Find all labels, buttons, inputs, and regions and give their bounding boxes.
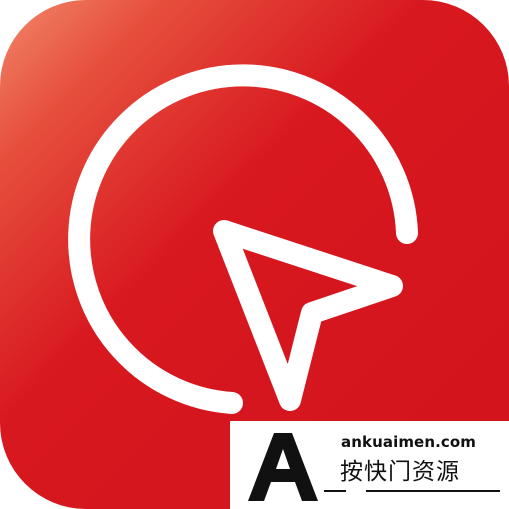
watermark-domain: ankuaimen.com xyxy=(341,433,477,451)
watermark-slogan: 按快门资源 xyxy=(340,459,460,485)
watermark-underline xyxy=(324,490,500,492)
watermark-logo-icon xyxy=(248,433,318,501)
watermark-panel: ankuaimen.com 按快门资源 xyxy=(230,421,509,509)
image-canvas: ankuaimen.com 按快门资源 xyxy=(0,0,509,509)
